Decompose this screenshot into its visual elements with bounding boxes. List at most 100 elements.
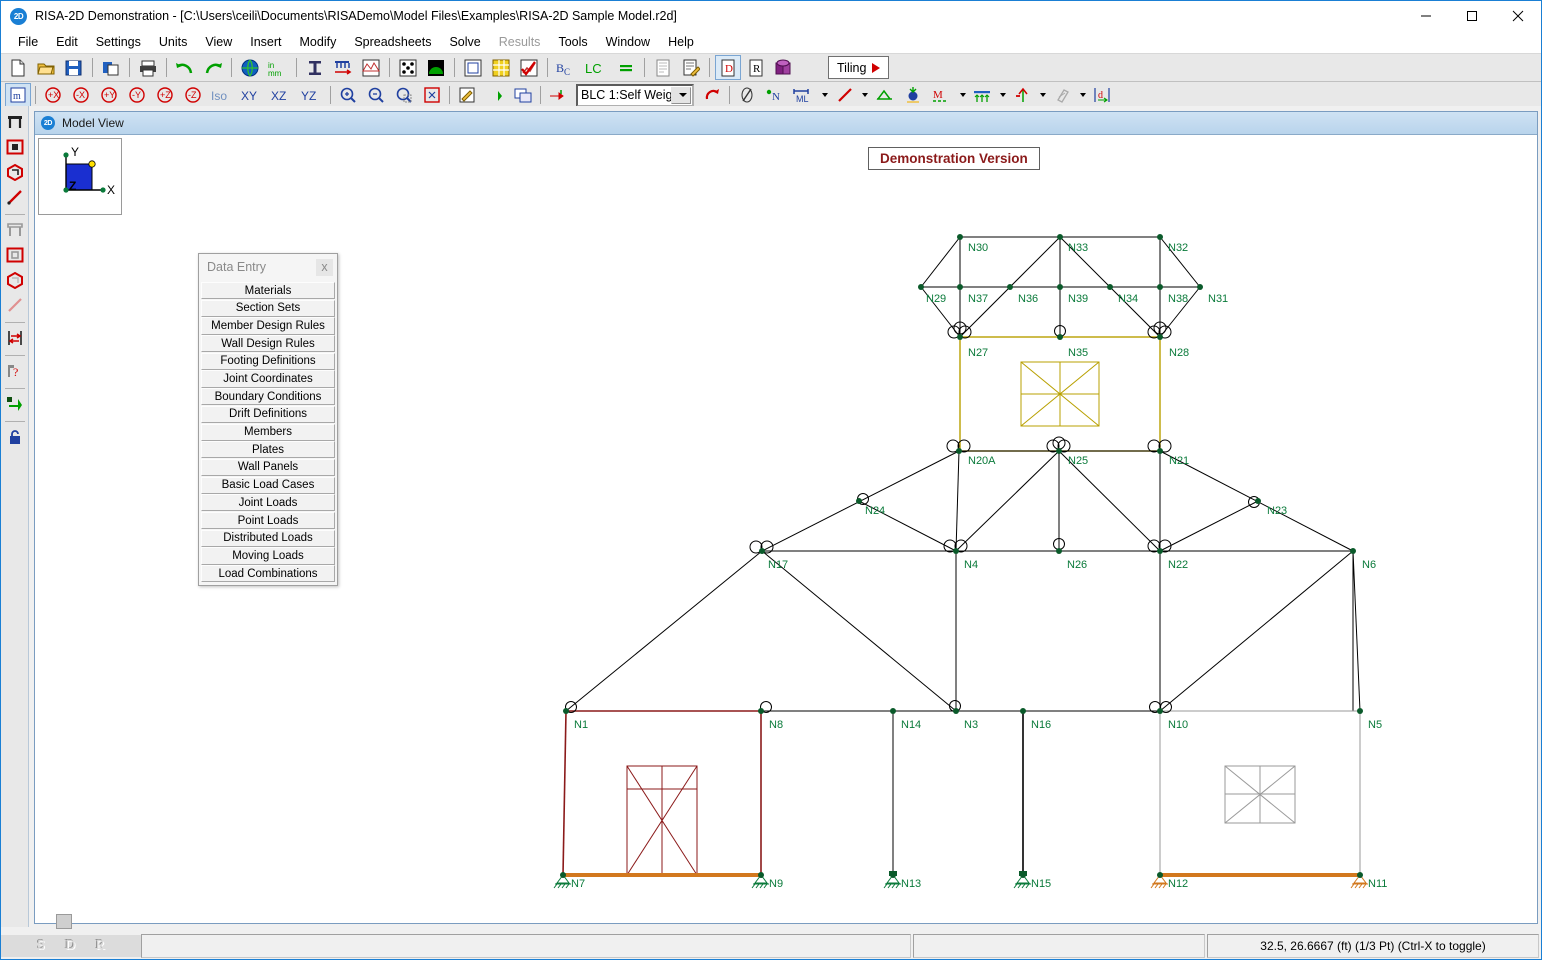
zoom-previous-button[interactable] xyxy=(391,83,417,108)
joint-marker[interactable] xyxy=(1057,284,1063,290)
joint-marker[interactable] xyxy=(1157,234,1163,240)
footing-button[interactable] xyxy=(872,83,898,108)
report-edit-button[interactable] xyxy=(678,55,704,80)
equals-button[interactable] xyxy=(613,55,639,80)
joint-marker[interactable] xyxy=(890,708,896,714)
unselect-polygon-button[interactable] xyxy=(4,269,26,291)
unselect-line-button[interactable] xyxy=(4,294,26,316)
help-book-button[interactable] xyxy=(771,55,797,80)
globe-button[interactable] xyxy=(237,55,263,80)
select-criteria-button[interactable]: ? xyxy=(4,360,26,382)
unselect-box-button[interactable] xyxy=(4,219,26,241)
menu-item-units[interactable]: Units xyxy=(150,33,196,51)
joint-marker[interactable] xyxy=(1020,708,1026,714)
blc-select[interactable]: BLC 1:Self Weigh xyxy=(576,84,694,107)
zoom-out-button[interactable] xyxy=(363,83,389,108)
data-entry-item-basic-load-cases[interactable]: Basic Load Cases xyxy=(201,477,335,494)
data-entry-item-wall-panels[interactable]: Wall Panels xyxy=(201,459,335,476)
zoom-extents-button[interactable] xyxy=(419,83,445,108)
menu-item-window[interactable]: Window xyxy=(597,33,659,51)
diaphragm-button[interactable] xyxy=(1050,83,1076,108)
joint-marker[interactable] xyxy=(1020,872,1026,878)
menu-item-tools[interactable]: Tools xyxy=(549,33,596,51)
data-entry-item-members[interactable]: Members xyxy=(201,424,335,441)
data-entry-item-load-combinations[interactable]: Load Combinations xyxy=(201,565,335,582)
data-entry-item-footing-definitions[interactable]: Footing Definitions xyxy=(201,353,335,370)
data-entry-item-materials[interactable]: Materials xyxy=(201,282,335,299)
joint-marker[interactable] xyxy=(1157,334,1163,340)
report-button[interactable] xyxy=(650,55,676,80)
maximize-button[interactable] xyxy=(1449,1,1495,31)
boundary-conditions-button[interactable]: BC xyxy=(553,55,579,80)
open-file-button[interactable] xyxy=(33,55,59,80)
data-entry-item-plates[interactable]: Plates xyxy=(201,441,335,458)
moment-dropdown-caret-icon[interactable] xyxy=(960,93,966,97)
select-box-button[interactable] xyxy=(4,111,26,133)
blc-dropdown-arrow[interactable] xyxy=(671,87,691,104)
rotate-plus-x-button[interactable]: +X xyxy=(40,83,66,108)
data-entry-item-boundary-conditions[interactable]: Boundary Conditions xyxy=(201,388,335,405)
rotate-plus-y-button[interactable]: +Y xyxy=(96,83,122,108)
data-entry-item-joint-loads[interactable]: Joint Loads xyxy=(201,494,335,511)
joint-marker[interactable] xyxy=(890,872,896,878)
rotate-minus-x-button[interactable]: -X xyxy=(68,83,94,108)
spreadsheet-button[interactable] xyxy=(488,55,514,80)
point-load-button[interactable] xyxy=(1010,83,1036,108)
joint-marker[interactable] xyxy=(956,448,962,454)
redo-button[interactable] xyxy=(200,55,226,80)
invert-selection-button[interactable] xyxy=(4,327,26,349)
distributed-dropdown-caret-icon[interactable] xyxy=(1000,93,1006,97)
menu-item-help[interactable]: Help xyxy=(659,33,703,51)
joint-marker[interactable] xyxy=(957,334,963,340)
data-entry-item-wall-design-rules[interactable]: Wall Design Rules xyxy=(201,335,335,352)
horizontal-scrollbar[interactable] xyxy=(56,914,72,929)
joint-marker[interactable] xyxy=(1157,448,1163,454)
joint-marker[interactable] xyxy=(758,708,764,714)
model-view-button[interactable]: m xyxy=(5,83,31,108)
joint-marker[interactable] xyxy=(953,708,959,714)
drift-button[interactable]: d xyxy=(1090,83,1114,108)
data-entry-close-button[interactable]: x xyxy=(316,259,333,276)
joint-marker[interactable] xyxy=(957,234,963,240)
joint-marker[interactable] xyxy=(918,284,924,290)
joint-marker[interactable] xyxy=(1357,872,1363,878)
edit-view-button[interactable] xyxy=(454,83,480,108)
joint-marker[interactable] xyxy=(1157,708,1163,714)
dimension-button[interactable]: ML xyxy=(790,83,818,108)
member-rotate-button[interactable] xyxy=(734,83,760,108)
rotate-minus-y-button[interactable]: -Y xyxy=(124,83,150,108)
lock-unlock-button[interactable] xyxy=(4,426,26,448)
menu-item-edit[interactable]: Edit xyxy=(47,33,87,51)
select-polygon-button[interactable] xyxy=(4,161,26,183)
zoom-in-button[interactable] xyxy=(335,83,361,108)
draw-node-button[interactable]: N xyxy=(762,83,788,108)
undo-selection-button[interactable] xyxy=(4,393,26,415)
diaphragm-dropdown-caret-icon[interactable] xyxy=(1080,93,1086,97)
joint-marker[interactable] xyxy=(1255,498,1261,504)
menu-item-settings[interactable]: Settings xyxy=(87,33,150,51)
detail-r-button[interactable]: R xyxy=(743,55,769,80)
data-entry-titlebar[interactable]: Data Entry x xyxy=(199,254,337,280)
save-button[interactable] xyxy=(61,55,87,80)
mesh-button[interactable] xyxy=(358,55,384,80)
joint-marker[interactable] xyxy=(1056,548,1062,554)
joint-marker[interactable] xyxy=(1057,234,1063,240)
minimize-button[interactable] xyxy=(1403,1,1449,31)
joint-marker[interactable] xyxy=(563,708,569,714)
menu-item-file[interactable]: File xyxy=(9,33,47,51)
joints-button[interactable] xyxy=(395,55,421,80)
menu-item-solve[interactable]: Solve xyxy=(440,33,489,51)
unselect-rect-button[interactable] xyxy=(4,244,26,266)
joint-marker[interactable] xyxy=(759,548,765,554)
joint-marker[interactable] xyxy=(1197,284,1203,290)
joint-marker[interactable] xyxy=(1056,448,1062,454)
joint-marker[interactable] xyxy=(856,498,862,504)
select-line-button[interactable] xyxy=(4,186,26,208)
section-button[interactable] xyxy=(302,55,328,80)
tiling-button[interactable]: Tiling xyxy=(828,56,889,79)
data-entry-item-member-design-rules[interactable]: Member Design Rules xyxy=(201,317,335,334)
joint-marker[interactable] xyxy=(560,872,566,878)
check-graph-button[interactable] xyxy=(516,55,542,80)
model-view-titlebar[interactable]: 2D Model View xyxy=(35,112,1537,135)
close-button[interactable] xyxy=(1495,1,1541,31)
